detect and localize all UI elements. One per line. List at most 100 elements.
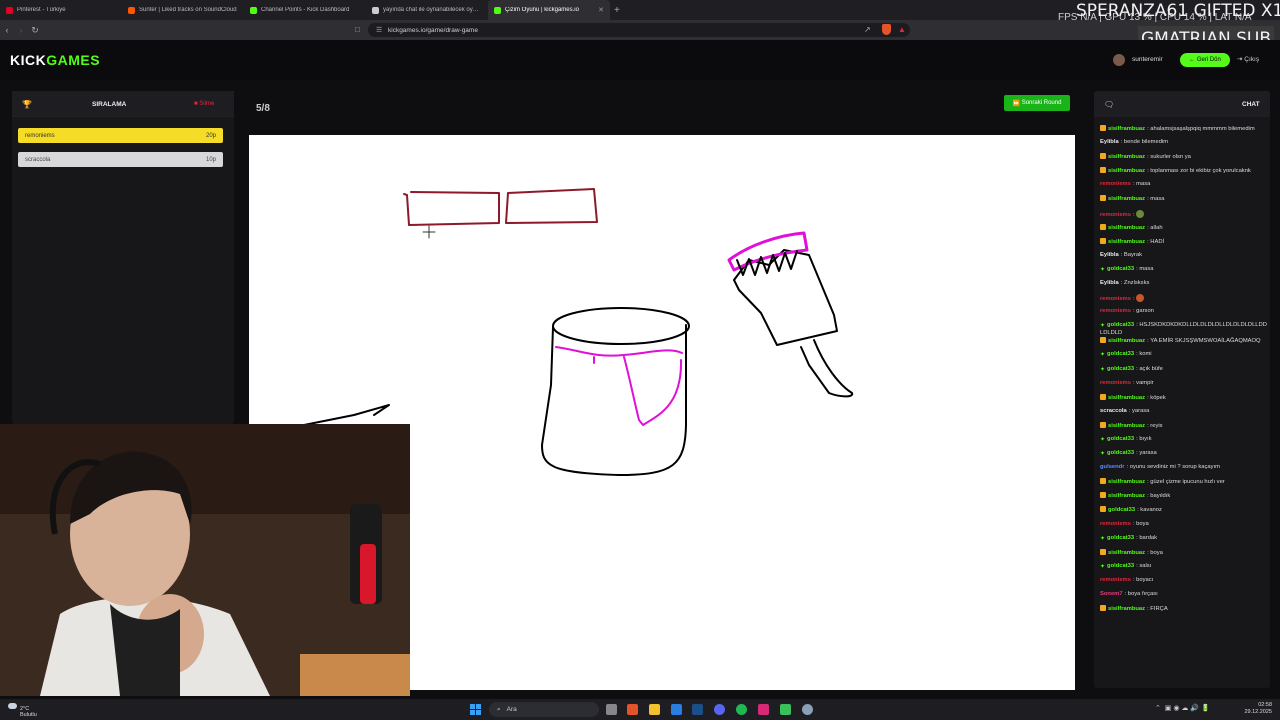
- chat-username[interactable]: sisilframbuaz: [1108, 479, 1145, 485]
- file-explorer-icon[interactable]: [649, 704, 660, 715]
- delete-button[interactable]: ■ Silme: [194, 101, 214, 107]
- chat-username[interactable]: sisilframbuaz: [1108, 154, 1145, 160]
- subscriber-badge-icon: [1100, 506, 1106, 513]
- subscriber-badge-icon: [1100, 223, 1106, 230]
- next-round-button[interactable]: ⏩ Sonraki Round: [1004, 95, 1070, 111]
- chat-username[interactable]: remoniems: [1100, 296, 1131, 302]
- chat-username[interactable]: remoniems: [1100, 181, 1131, 187]
- chat-text: oyunu sevdiniz mi ? sorup kaçayım: [1129, 464, 1220, 471]
- chat-text: masa: [1150, 196, 1165, 203]
- close-tab-icon[interactable]: ✕: [598, 6, 604, 14]
- chat-text: Znzlsksks: [1123, 280, 1150, 287]
- chat-username[interactable]: remoniems: [1100, 577, 1131, 583]
- browser-tab[interactable]: Sunter | Liked tracks on SoundCloud: [122, 0, 244, 20]
- chat-username[interactable]: sisilframbuaz: [1108, 338, 1145, 344]
- chat-username[interactable]: remoniems: [1100, 308, 1131, 314]
- chat-username[interactable]: gulsendr: [1100, 464, 1124, 470]
- rewards-icon[interactable]: ▲: [898, 25, 906, 34]
- avatar[interactable]: [1113, 54, 1125, 66]
- browser-tab[interactable]: yayında chat ile oynanabilecek oyun...: [366, 0, 488, 20]
- chat-username[interactable]: sisilframbuaz: [1108, 168, 1145, 174]
- chat-message: ✦ goldcat33: salsı: [1100, 563, 1268, 577]
- gifter-badge-icon: ✦: [1100, 266, 1106, 273]
- url-input[interactable]: ☰ kickgames.io/game/draw-game: [368, 23, 910, 37]
- chat-message: sisilframbuaz: reyis: [1100, 421, 1268, 436]
- chat-username[interactable]: remoniems: [1100, 380, 1131, 386]
- trophy-icon: 🏆: [22, 100, 32, 109]
- chat-username[interactable]: Sonem7: [1100, 591, 1123, 597]
- chat-bubble-icon: 🗨: [1104, 100, 1115, 109]
- chat-username[interactable]: remoniems: [1100, 212, 1131, 218]
- kickgames-logo[interactable]: KICKGAMES: [10, 52, 100, 68]
- chat-username[interactable]: goldcat33: [1107, 366, 1134, 372]
- task-view-icon[interactable]: [606, 704, 617, 715]
- chat-username[interactable]: sisilframbuaz: [1108, 606, 1145, 612]
- chat-text: masa: [1139, 265, 1154, 272]
- chat-username[interactable]: sisilframbuaz: [1108, 126, 1145, 132]
- taskbar-clock[interactable]: 02:58 29.12.2025: [1232, 702, 1272, 716]
- url-text: kickgames.io/game/draw-game: [388, 26, 478, 34]
- weather-widget[interactable]: 2°C Bulutlu: [8, 703, 37, 718]
- trash-icon: ■: [194, 101, 198, 107]
- chat-username[interactable]: sisilframbuaz: [1108, 423, 1145, 429]
- windows-start-icon[interactable]: [470, 704, 481, 715]
- chat-text: sukurler olsn ya: [1150, 154, 1191, 161]
- chat-text: FIRÇA: [1150, 606, 1168, 613]
- tab-label: Çizim Oyunu | kickgames.io: [505, 7, 579, 13]
- forward-icon[interactable]: ›: [14, 25, 28, 35]
- reload-icon[interactable]: ↻: [28, 25, 42, 36]
- chat-username[interactable]: goldcat33: [1107, 450, 1134, 456]
- steam-icon[interactable]: [692, 704, 703, 715]
- chat-username[interactable]: Eylibla: [1100, 280, 1119, 286]
- discord-icon[interactable]: [714, 704, 725, 715]
- chat-message: Sonem7: boya fırçası: [1100, 591, 1268, 605]
- bookmark-icon[interactable]: □: [355, 25, 360, 34]
- chat-username[interactable]: goldcat33: [1107, 535, 1134, 541]
- brave-icon[interactable]: [627, 704, 638, 715]
- logout-button[interactable]: ⇥ Çıkış: [1237, 55, 1259, 63]
- chat-username[interactable]: goldcat33: [1107, 563, 1134, 569]
- chat-username[interactable]: sisilframbuaz: [1108, 395, 1145, 401]
- chat-username[interactable]: goldcat33: [1107, 436, 1134, 442]
- mail-icon[interactable]: [671, 704, 682, 715]
- chat-username[interactable]: Eylibla: [1100, 139, 1119, 145]
- instagram-icon[interactable]: [758, 704, 769, 715]
- chat-username[interactable]: sisilframbuaz: [1108, 493, 1145, 499]
- chat-text: yarasa: [1132, 407, 1150, 414]
- chat-username[interactable]: Eylibla: [1100, 252, 1119, 258]
- spotify-icon[interactable]: [736, 704, 747, 715]
- browser-tab[interactable]: Channel Points - Kick Dashboard: [244, 0, 366, 20]
- chat-username[interactable]: goldcat33: [1107, 322, 1134, 328]
- chat-username[interactable]: goldcat33: [1107, 351, 1134, 357]
- gifter-badge-icon: ✦: [1100, 563, 1106, 570]
- back-icon[interactable]: ‹: [0, 25, 14, 35]
- settings-icon[interactable]: [802, 704, 813, 715]
- system-tray[interactable]: ⌃ ▣ ◉ ☁ 🔊 🔋: [1155, 704, 1210, 712]
- chat-username[interactable]: goldcat33: [1108, 507, 1135, 513]
- chat-message: Eylibla: Bayrak: [1100, 252, 1268, 266]
- obs-icon[interactable]: [780, 704, 791, 715]
- chat-message: scraccola: yarasa: [1100, 408, 1268, 422]
- chat-message-list[interactable]: sisilframbuaz: ahalamsjsaşalşpqiq mmmmm …: [1100, 125, 1268, 619]
- chat-username[interactable]: sisilframbuaz: [1108, 550, 1145, 556]
- tab-label: Sunter | Liked tracks on SoundCloud: [139, 7, 237, 13]
- browser-tab[interactable]: Pinterest - Türkiye: [0, 0, 122, 20]
- chat-username[interactable]: goldcat33: [1107, 266, 1134, 272]
- chat-text: bardak: [1139, 534, 1158, 541]
- brave-shield-icon[interactable]: [882, 24, 891, 35]
- site-info-icon[interactable]: ☰: [376, 26, 382, 34]
- chat-username[interactable]: sisilframbuaz: [1108, 225, 1145, 231]
- chat-text: YA EMİR SKJSŞWMSWOAİLAĞAQMAOQ: [1150, 338, 1261, 345]
- chat-username[interactable]: sisilframbuaz: [1108, 239, 1145, 245]
- subscriber-badge-icon: [1100, 195, 1106, 202]
- back-button[interactable]: ← Geri Dön: [1180, 53, 1230, 67]
- chat-username[interactable]: scraccola: [1100, 408, 1127, 414]
- subscriber-badge-icon: [1100, 125, 1106, 131]
- chat-message: remoniems: boya: [1100, 521, 1268, 535]
- chat-username[interactable]: sisilframbuaz: [1108, 196, 1145, 202]
- new-tab-icon[interactable]: +: [614, 5, 620, 16]
- share-icon[interactable]: ↗: [864, 25, 871, 34]
- chat-username[interactable]: remoniems: [1100, 521, 1131, 527]
- browser-tab[interactable]: Çizim Oyunu | kickgames.io ✕: [488, 0, 610, 20]
- taskbar-search[interactable]: ⌕ Ara: [489, 702, 599, 717]
